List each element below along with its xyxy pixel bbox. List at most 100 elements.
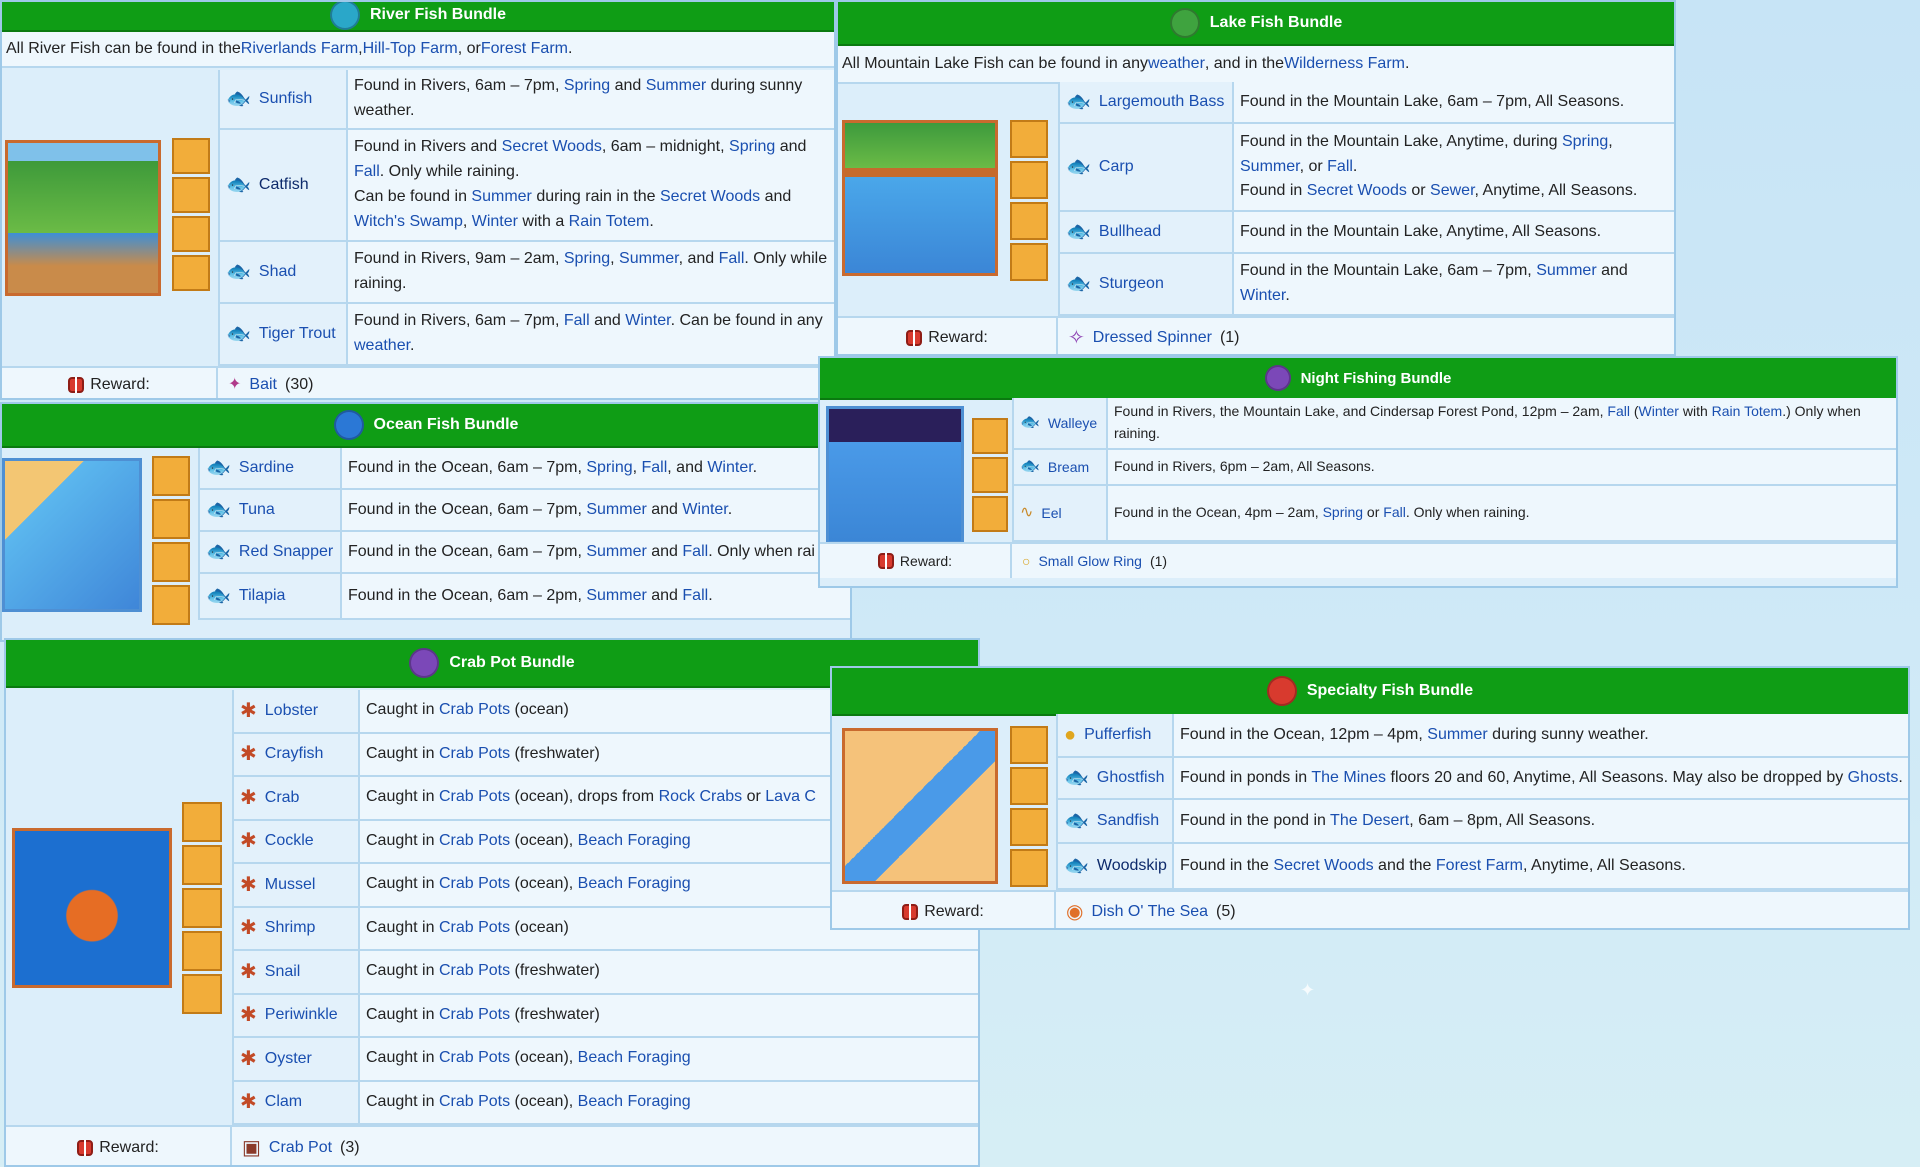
reward-link-crab-pot[interactable]: Crab Pot <box>269 1139 332 1157</box>
link-summer[interactable]: Summer <box>1427 726 1487 743</box>
fish-cell[interactable]: ● Pufferfish <box>1056 714 1174 756</box>
link-summer[interactable]: Summer <box>1240 158 1300 175</box>
link-beach-foraging[interactable]: Beach Foraging <box>578 875 691 892</box>
fish-link-woodskip[interactable]: Woodskip <box>1097 857 1167 875</box>
item-slot[interactable] <box>172 216 210 252</box>
link-the-mines[interactable]: The Mines <box>1311 769 1386 786</box>
link-forest-farm[interactable]: Forest Farm <box>1436 857 1523 874</box>
link-winter[interactable]: Winter <box>707 459 752 476</box>
item-slot[interactable] <box>972 418 1008 454</box>
link-fall[interactable]: Fall <box>682 543 708 560</box>
link-wilderness-farm[interactable]: Wilderness Farm <box>1284 55 1405 73</box>
link-crab-pots[interactable]: Crab Pots <box>439 1093 510 1110</box>
fish-link-mussel[interactable]: Mussel <box>265 876 316 894</box>
link-beach-foraging[interactable]: Beach Foraging <box>578 832 691 849</box>
link-winter[interactable]: Winter <box>1639 403 1679 419</box>
link-ghosts[interactable]: Ghosts <box>1848 769 1899 786</box>
link-hill-top-farm[interactable]: Hill-Top Farm <box>363 40 458 58</box>
item-slot[interactable] <box>1010 243 1048 281</box>
link-fall[interactable]: Fall <box>642 459 668 476</box>
link-crab-pots[interactable]: Crab Pots <box>439 745 510 762</box>
link-fall[interactable]: Fall <box>682 587 708 604</box>
fish-link-bream[interactable]: Bream <box>1048 459 1089 475</box>
fish-cell[interactable]: 🐟 Sunfish <box>218 70 348 128</box>
fish-link-eel[interactable]: Eel <box>1041 505 1061 521</box>
fish-link-sturgeon[interactable]: Sturgeon <box>1099 275 1164 293</box>
fish-cell[interactable]: ✱ Crab <box>232 777 360 819</box>
reward-link-dish-o-the-sea[interactable]: Dish O' The Sea <box>1091 903 1208 921</box>
item-slot[interactable] <box>172 138 210 174</box>
fish-link-tuna[interactable]: Tuna <box>239 501 275 519</box>
fish-cell[interactable]: 🐟 Sturgeon <box>1058 254 1234 314</box>
link-rock-crabs[interactable]: Rock Crabs <box>659 788 743 805</box>
link-winter[interactable]: Winter <box>472 213 518 230</box>
fish-link-red-snapper[interactable]: Red Snapper <box>239 543 333 561</box>
item-slot[interactable] <box>1010 120 1048 158</box>
link-sewer[interactable]: Sewer <box>1430 182 1474 199</box>
link-fall[interactable]: Fall <box>719 250 745 267</box>
link-spring[interactable]: Spring <box>586 459 632 476</box>
link-secret-woods[interactable]: Secret Woods <box>1273 857 1373 874</box>
link-summer[interactable]: Summer <box>619 250 679 267</box>
link-beach-foraging[interactable]: Beach Foraging <box>578 1049 691 1066</box>
link-fall[interactable]: Fall <box>354 163 380 180</box>
link-crab-pots[interactable]: Crab Pots <box>439 701 510 718</box>
fish-cell[interactable]: 🐟 Largemouth Bass <box>1058 82 1234 122</box>
link-crab-pots[interactable]: Crab Pots <box>439 1006 510 1023</box>
fish-link-carp[interactable]: Carp <box>1099 158 1134 176</box>
item-slot[interactable] <box>1010 726 1048 764</box>
fish-link-sandfish[interactable]: Sandfish <box>1097 812 1159 830</box>
fish-cell[interactable]: ✱ Mussel <box>232 864 360 906</box>
fish-cell[interactable]: ∿ Eel <box>1012 486 1108 540</box>
item-slot[interactable] <box>182 974 222 1014</box>
fish-link-lobster[interactable]: Lobster <box>265 702 318 720</box>
item-slot[interactable] <box>182 802 222 842</box>
link-fall[interactable]: Fall <box>1383 504 1406 520</box>
link-secret-woods[interactable]: Secret Woods <box>1307 182 1407 199</box>
link-secret-woods[interactable]: Secret Woods <box>502 138 602 155</box>
fish-cell[interactable]: 🐟 Red Snapper <box>198 532 342 572</box>
link-crab-pots[interactable]: Crab Pots <box>439 832 510 849</box>
fish-link-snail[interactable]: Snail <box>265 963 301 981</box>
fish-cell[interactable]: ✱ Oyster <box>232 1038 360 1080</box>
link-summer[interactable]: Summer <box>471 188 531 205</box>
link-spring[interactable]: Spring <box>1323 504 1363 520</box>
fish-cell[interactable]: ✱ Cockle <box>232 820 360 862</box>
fish-link-tilapia[interactable]: Tilapia <box>239 587 286 605</box>
fish-cell[interactable]: 🐟 Tuna <box>198 490 342 530</box>
link-riverlands-farm[interactable]: Riverlands Farm <box>241 40 358 58</box>
link-winter[interactable]: Winter <box>625 312 670 329</box>
link-spring[interactable]: Spring <box>564 250 610 267</box>
reward-link-small-glow-ring[interactable]: Small Glow Ring <box>1038 553 1141 569</box>
link-summer[interactable]: Summer <box>1536 262 1596 279</box>
fish-link-cockle[interactable]: Cockle <box>265 832 314 850</box>
link-fall[interactable]: Fall <box>1607 403 1630 419</box>
fish-link-ghostfish[interactable]: Ghostfish <box>1097 769 1165 787</box>
link-summer[interactable]: Summer <box>646 77 706 94</box>
link-summer[interactable]: Summer <box>586 543 646 560</box>
link-the-desert[interactable]: The Desert <box>1330 812 1409 829</box>
fish-cell[interactable]: 🐟 Bullhead <box>1058 212 1234 252</box>
fish-cell[interactable]: 🐟 Carp <box>1058 124 1234 210</box>
fish-link-crab[interactable]: Crab <box>265 789 300 807</box>
item-slot[interactable] <box>172 255 210 291</box>
fish-cell[interactable]: 🐟 Woodskip <box>1056 844 1174 888</box>
link-spring[interactable]: Spring <box>564 77 610 94</box>
fish-link-sardine[interactable]: Sardine <box>239 459 294 477</box>
fish-link-periwinkle[interactable]: Periwinkle <box>265 1006 338 1024</box>
link-witchs-swamp[interactable]: Witch's Swamp <box>354 213 463 230</box>
link-crab-pots[interactable]: Crab Pots <box>439 875 510 892</box>
link-secret-woods[interactable]: Secret Woods <box>660 188 760 205</box>
link-rain-totem[interactable]: Rain Totem <box>1712 403 1783 419</box>
fish-link-pufferfish[interactable]: Pufferfish <box>1084 726 1151 744</box>
fish-cell[interactable]: ✱ Shrimp <box>232 907 360 949</box>
fish-cell[interactable]: ✱ Clam <box>232 1081 360 1123</box>
item-slot[interactable] <box>1010 767 1048 805</box>
item-slot[interactable] <box>1010 161 1048 199</box>
fish-cell[interactable]: 🐟 Bream <box>1012 450 1108 484</box>
fish-link-bullhead[interactable]: Bullhead <box>1099 223 1161 241</box>
link-fall[interactable]: Fall <box>564 312 590 329</box>
link-weather[interactable]: weather <box>354 337 410 354</box>
link-crab-pots[interactable]: Crab Pots <box>439 788 510 805</box>
link-crab-pots[interactable]: Crab Pots <box>439 919 510 936</box>
